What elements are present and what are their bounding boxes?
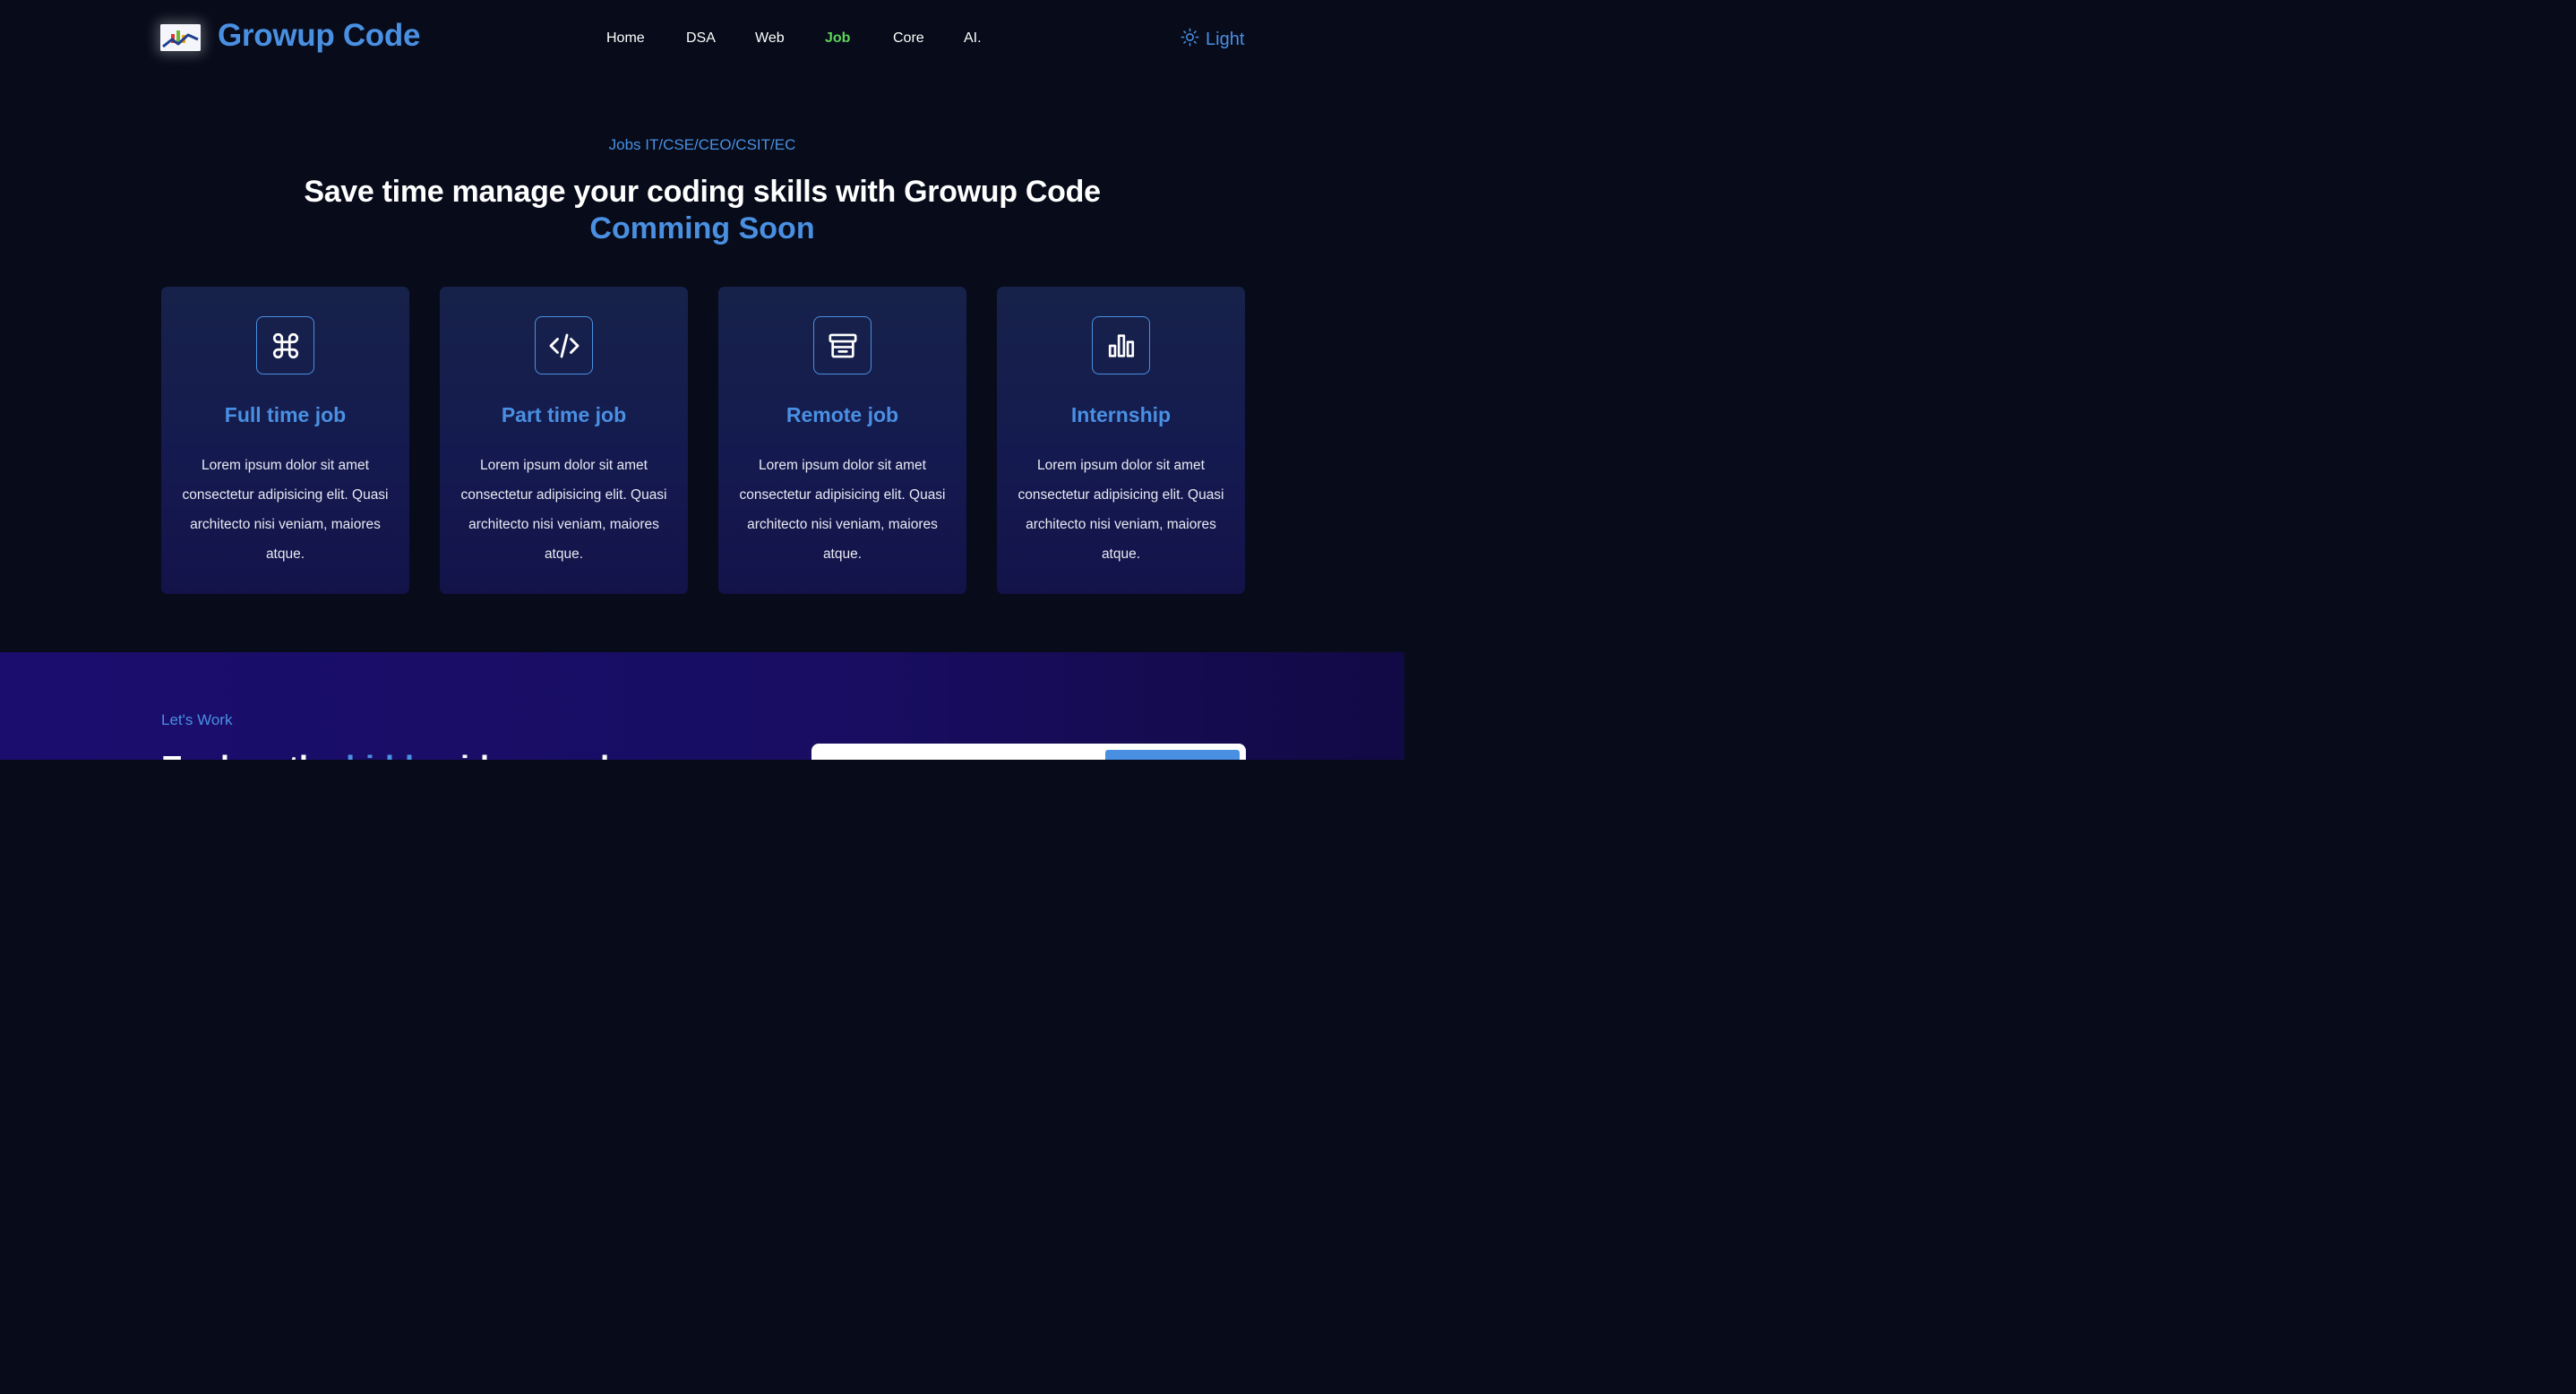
nav-web[interactable]: Web — [755, 30, 785, 47]
job-card-part-time[interactable]: Part time job Lorem ipsum dolor sit amet… — [440, 287, 688, 594]
job-card-internship[interactable]: Internship Lorem ipsum dolor sit amet co… — [997, 287, 1245, 594]
brand-name[interactable]: Growup Code — [218, 18, 420, 54]
subscribe-form[interactable] — [811, 744, 1246, 760]
theme-toggle-label: Light — [1206, 29, 1245, 49]
card-description: Lorem ipsum dolor sit amet consectetur a… — [739, 458, 946, 562]
card-description: Lorem ipsum dolor sit amet consectetur a… — [460, 458, 667, 562]
site-header: Growup Code Home DSA Web Job Core AI. Li… — [0, 0, 1404, 79]
nav-ai[interactable]: AI. — [964, 30, 982, 47]
sun-icon — [1181, 28, 1199, 52]
card-title: Remote job — [786, 403, 899, 426]
work-kicker: Let's Work — [161, 711, 233, 728]
card-description: Lorem ipsum dolor sit amet consectetur a… — [1018, 458, 1224, 562]
job-card-full-time[interactable]: Full time job Lorem ipsum dolor sit amet… — [161, 287, 409, 594]
card-title: Part time job — [501, 403, 627, 426]
archive-icon — [813, 316, 872, 374]
subscribe-button[interactable] — [1105, 750, 1240, 760]
work-heading: Explore the hidden ideas and — [161, 749, 609, 760]
command-icon — [256, 316, 314, 374]
job-card-remote[interactable]: Remote job Lorem ipsum dolor sit amet co… — [718, 287, 966, 594]
card-title: Full time job — [224, 403, 347, 426]
code-icon — [535, 316, 593, 374]
bar-chart-icon — [1092, 316, 1150, 374]
logo-icon[interactable] — [160, 24, 201, 51]
nav-job[interactable]: Job — [825, 30, 850, 47]
hero-headline-accent: Comming Soon — [589, 211, 815, 245]
hero-kicker: Jobs IT/CSE/CEO/CSIT/EC — [608, 136, 796, 153]
work-heading-start: Explore the — [161, 749, 346, 760]
nav-home[interactable]: Home — [606, 30, 645, 47]
hero-headline: Save time manage your coding skills with… — [304, 175, 1101, 209]
card-title: Internship — [1070, 403, 1172, 426]
theme-toggle-button[interactable]: Light — [1181, 28, 1244, 51]
nav-dsa[interactable]: DSA — [686, 30, 716, 47]
card-description: Lorem ipsum dolor sit amet consectetur a… — [182, 458, 389, 562]
nav-core[interactable]: Core — [893, 30, 924, 47]
work-heading-highlight: hidden — [346, 749, 451, 760]
work-heading-end: ideas and — [451, 749, 609, 760]
lets-work-section: Let's Work Explore the hidden ideas and — [0, 652, 1404, 760]
